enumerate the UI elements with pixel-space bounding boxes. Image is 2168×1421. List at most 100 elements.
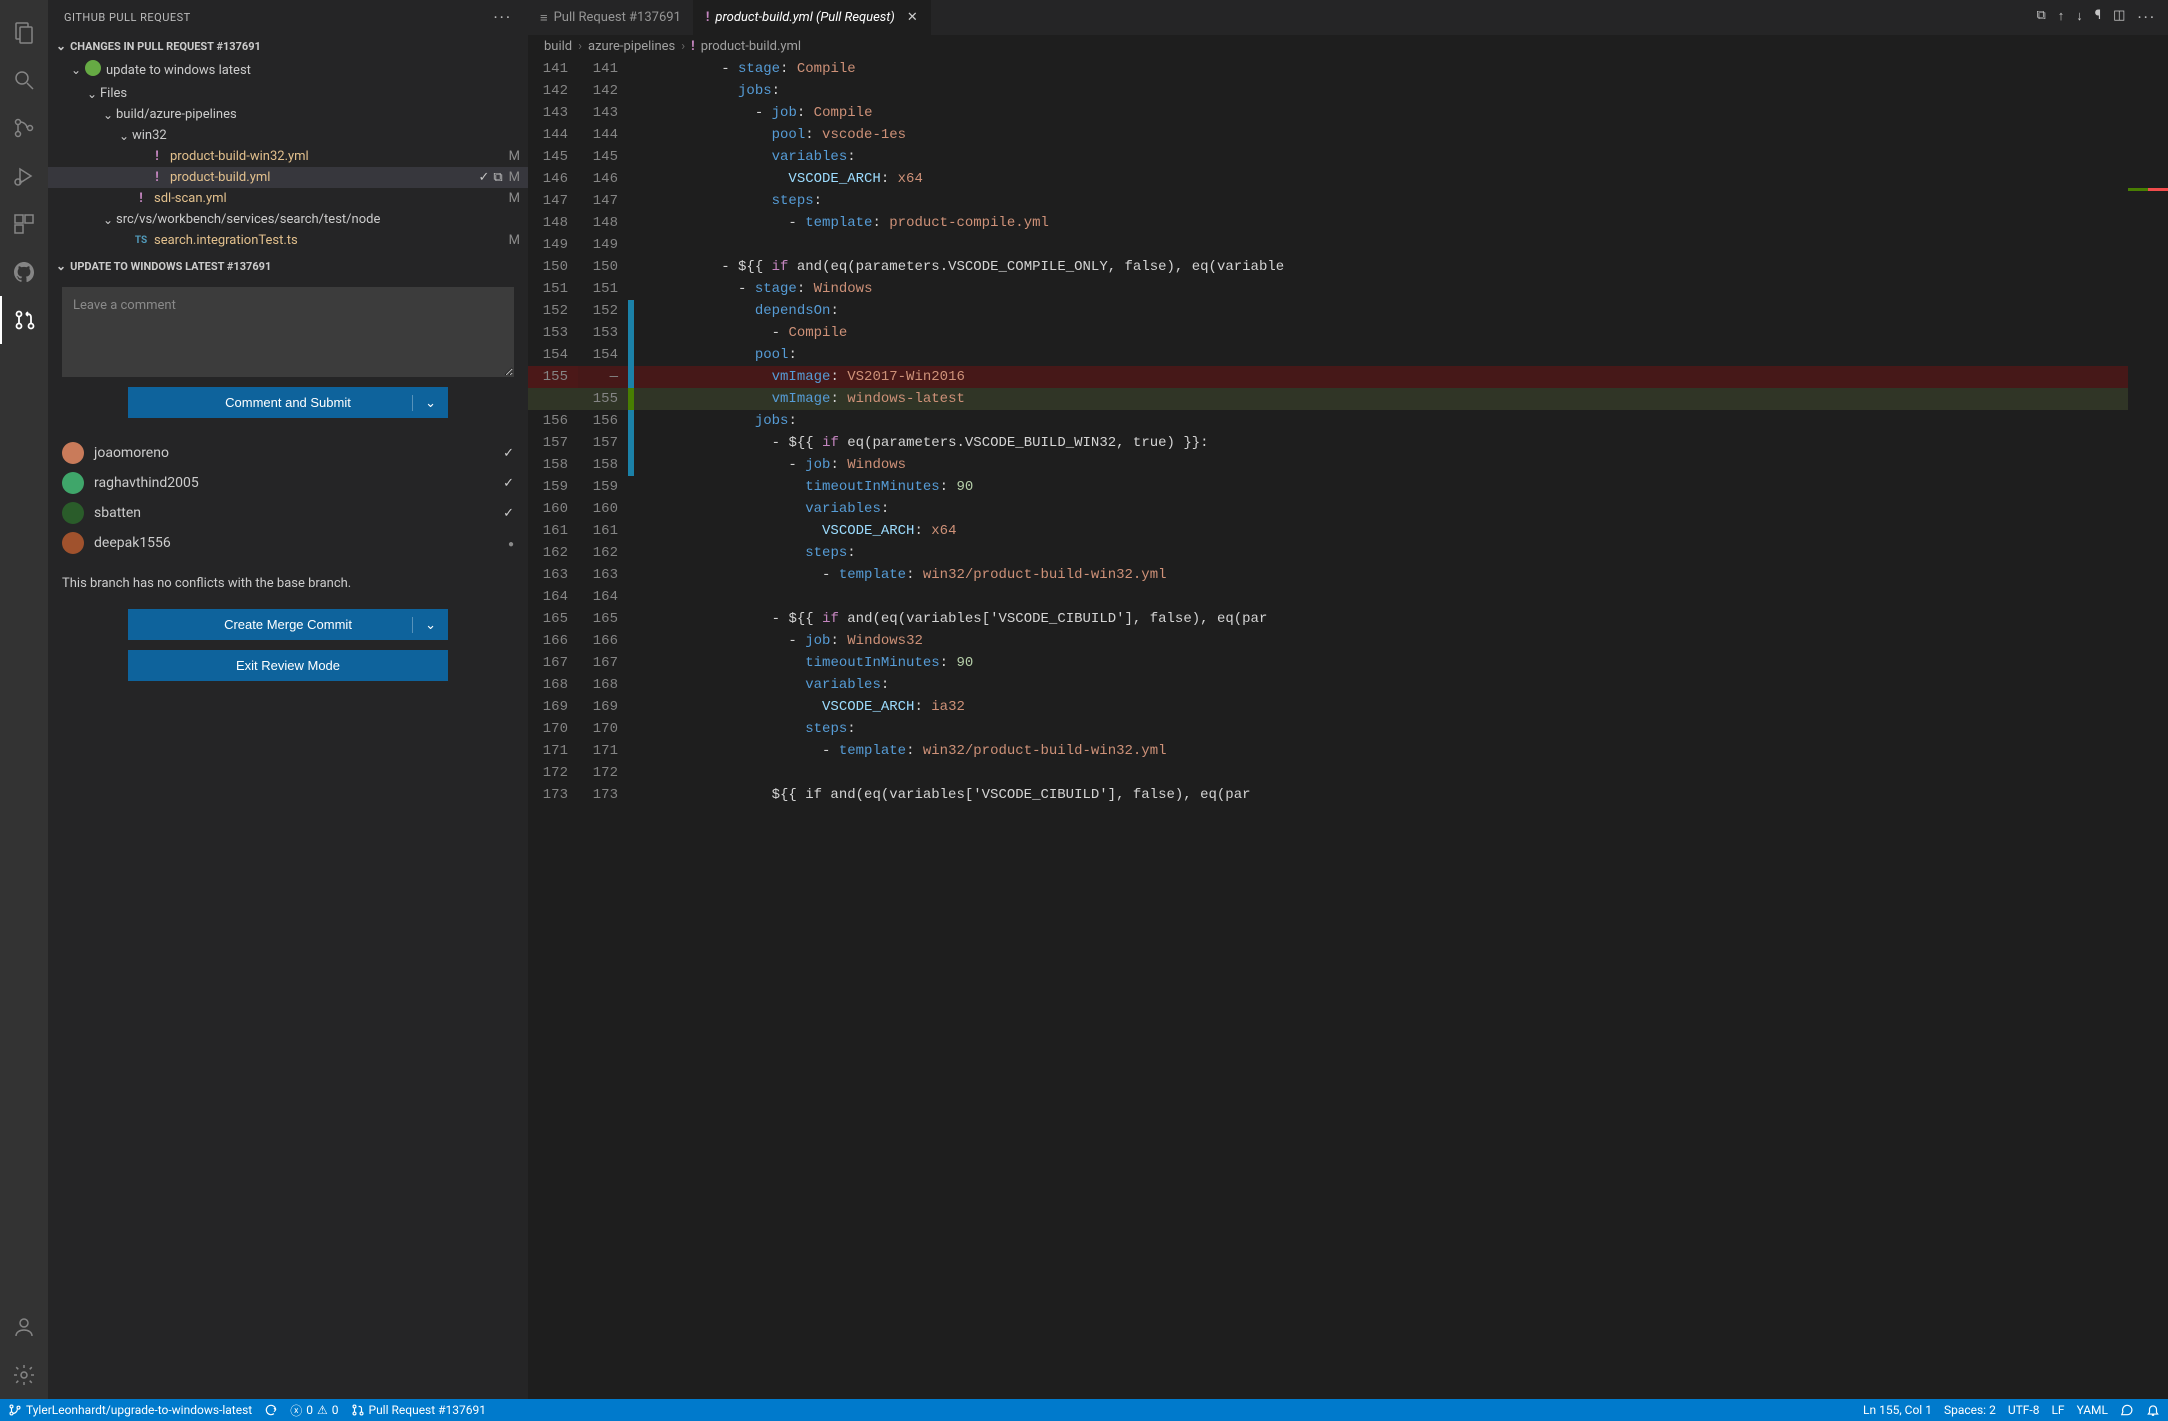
cursor-position[interactable]: Ln 155, Col 1 xyxy=(1863,1403,1932,1417)
file-name: search.integrationTest.ts xyxy=(154,233,503,248)
line-number-new: 149 xyxy=(578,234,628,256)
chevron-down-icon[interactable]: ⌄ xyxy=(412,617,436,633)
pull-request-icon[interactable] xyxy=(0,296,48,344)
problems-status[interactable]: ⓧ0 ⚠0 xyxy=(290,1402,338,1419)
commit-row[interactable]: update to windows latest xyxy=(48,57,528,83)
sync-status[interactable] xyxy=(264,1403,278,1417)
goto-file-icon[interactable]: ⧉ xyxy=(2036,8,2045,27)
folder-win32[interactable]: win32 xyxy=(48,125,528,146)
code-line[interactable]: 144144 pool: vscode-1es xyxy=(528,124,2168,146)
chevron-down-icon xyxy=(56,259,66,273)
arrow-down-icon[interactable]: ↓ xyxy=(2076,8,2083,27)
code-line[interactable]: 158158 - job: Windows xyxy=(528,454,2168,476)
breadcrumb-item[interactable]: build xyxy=(544,39,572,54)
pr-status[interactable]: Pull Request #137691 xyxy=(351,1403,487,1417)
code-line[interactable]: 173173 ${{ if and(eq(variables['VSCODE_C… xyxy=(528,784,2168,806)
comment-input[interactable] xyxy=(62,287,514,377)
notifications-icon[interactable] xyxy=(2146,1403,2160,1417)
code-line[interactable]: 147147 steps: xyxy=(528,190,2168,212)
folder-src[interactable]: src/vs/workbench/services/search/test/no… xyxy=(48,209,528,230)
folder-build[interactable]: build/azure-pipelines xyxy=(48,104,528,125)
file-row[interactable]: !product-build.yml⧉M xyxy=(48,167,528,188)
branch-status[interactable]: TylerLeonhardt/upgrade-to-windows-latest xyxy=(8,1403,252,1417)
code-line[interactable]: 166166 - job: Windows32 xyxy=(528,630,2168,652)
minimap[interactable] xyxy=(2128,58,2168,1399)
code-line[interactable]: 146146 VSCODE_ARCH: x64 xyxy=(528,168,2168,190)
goto-file-icon[interactable]: ⧉ xyxy=(493,170,502,185)
code-line[interactable]: 159159 timeoutInMinutes: 90 xyxy=(528,476,2168,498)
account-icon[interactable] xyxy=(0,1303,48,1351)
files-folder[interactable]: Files xyxy=(48,83,528,104)
debug-icon[interactable] xyxy=(0,152,48,200)
code-line[interactable]: 148148 - template: product-compile.yml xyxy=(528,212,2168,234)
split-editor-icon[interactable]: ◫ xyxy=(2113,8,2125,27)
code-line[interactable]: 168168 variables: xyxy=(528,674,2168,696)
code-line[interactable]: 164164 xyxy=(528,586,2168,608)
editor-tab[interactable]: ≡Pull Request #137691 xyxy=(528,0,694,35)
file-row[interactable]: TSsearch.integrationTest.tsM xyxy=(48,230,528,251)
code-line[interactable]: 153153 - Compile xyxy=(528,322,2168,344)
code-line[interactable]: 145145 variables: xyxy=(528,146,2168,168)
code-line[interactable]: 163163 - template: win32/product-build-w… xyxy=(528,564,2168,586)
code-line[interactable]: 151151 - stage: Windows xyxy=(528,278,2168,300)
feedback-icon[interactable] xyxy=(2120,1403,2134,1417)
check-icon[interactable] xyxy=(478,170,489,185)
line-number-old: 165 xyxy=(528,608,578,630)
settings-gear-icon[interactable] xyxy=(0,1351,48,1399)
code-line[interactable]: 143143 - job: Compile xyxy=(528,102,2168,124)
code-line[interactable]: 161161 VSCODE_ARCH: x64 xyxy=(528,520,2168,542)
code-line[interactable]: 152152 dependsOn: xyxy=(528,300,2168,322)
code-line[interactable]: 169169 VSCODE_ARCH: ia32 xyxy=(528,696,2168,718)
code-line[interactable]: 155— vmImage: VS2017-Win2016 xyxy=(528,366,2168,388)
line-number-old: 153 xyxy=(528,322,578,344)
code-line[interactable]: 149149 xyxy=(528,234,2168,256)
breadcrumbs[interactable]: build › azure-pipelines › ! product-buil… xyxy=(528,35,2168,58)
code-line[interactable]: 171171 - template: win32/product-build-w… xyxy=(528,740,2168,762)
code-line[interactable]: 155 vmImage: windows-latest xyxy=(528,388,2168,410)
arrow-up-icon[interactable]: ↑ xyxy=(2058,8,2065,27)
eol-status[interactable]: LF xyxy=(2051,1403,2064,1417)
source-control-icon[interactable] xyxy=(0,104,48,152)
breadcrumb-item[interactable]: product-build.yml xyxy=(701,39,801,54)
encoding-status[interactable]: UTF-8 xyxy=(2008,1403,2040,1417)
code-line[interactable]: 167167 timeoutInMinutes: 90 xyxy=(528,652,2168,674)
changes-section-header[interactable]: CHANGES IN PULL REQUEST #137691 xyxy=(48,35,528,57)
chevron-down-icon[interactable]: ⌄ xyxy=(412,395,436,411)
code-line[interactable]: 150150 - ${{ if and(eq(parameters.VSCODE… xyxy=(528,256,2168,278)
line-number-old: 170 xyxy=(528,718,578,740)
whitespace-icon[interactable]: ¶ xyxy=(2095,8,2101,27)
code-line[interactable]: 154154 pool: xyxy=(528,344,2168,366)
breadcrumb-item[interactable]: azure-pipelines xyxy=(588,39,675,54)
chevron-down-icon xyxy=(100,108,116,122)
avatar xyxy=(84,60,102,80)
code-line[interactable]: 162162 steps: xyxy=(528,542,2168,564)
file-row[interactable]: !sdl-scan.ymlM xyxy=(48,188,528,209)
editor-tab[interactable]: !product-build.yml (Pull Request)✕ xyxy=(694,0,931,35)
code-line[interactable]: 141141 - stage: Compile xyxy=(528,58,2168,80)
close-icon[interactable]: ✕ xyxy=(907,10,918,25)
language-status[interactable]: YAML xyxy=(2077,1403,2108,1417)
code-line[interactable]: 172172 xyxy=(528,762,2168,784)
line-content: VSCODE_ARCH: ia32 xyxy=(634,696,2168,718)
code-line[interactable]: 165165 - ${{ if and(eq(variables['VSCODE… xyxy=(528,608,2168,630)
detail-section-header[interactable]: UPDATE TO WINDOWS LATEST #137691 xyxy=(48,255,528,277)
search-icon[interactable] xyxy=(0,56,48,104)
explorer-icon[interactable] xyxy=(0,8,48,56)
file-status: M xyxy=(509,149,520,164)
indentation-status[interactable]: Spaces: 2 xyxy=(1944,1403,1996,1417)
more-actions-icon[interactable]: ··· xyxy=(2137,8,2156,27)
exit-review-button[interactable]: Exit Review Mode xyxy=(128,650,448,681)
code-line[interactable]: 156156 jobs: xyxy=(528,410,2168,432)
line-number-new: — xyxy=(578,366,628,388)
code-line[interactable]: 142142 jobs: xyxy=(528,80,2168,102)
code-line[interactable]: 157157 - ${{ if eq(parameters.VSCODE_BUI… xyxy=(528,432,2168,454)
code-line[interactable]: 170170 steps: xyxy=(528,718,2168,740)
code-line[interactable]: 160160 variables: xyxy=(528,498,2168,520)
comment-submit-button[interactable]: Comment and Submit ⌄ xyxy=(128,387,448,418)
file-row[interactable]: !product-build-win32.ymlM xyxy=(48,146,528,167)
github-icon[interactable] xyxy=(0,248,48,296)
code-editor[interactable]: 141141 - stage: Compile142142 jobs:14314… xyxy=(528,58,2168,1399)
more-actions-icon[interactable]: ··· xyxy=(493,8,512,27)
merge-button[interactable]: Create Merge Commit ⌄ xyxy=(128,609,448,640)
extensions-icon[interactable] xyxy=(0,200,48,248)
